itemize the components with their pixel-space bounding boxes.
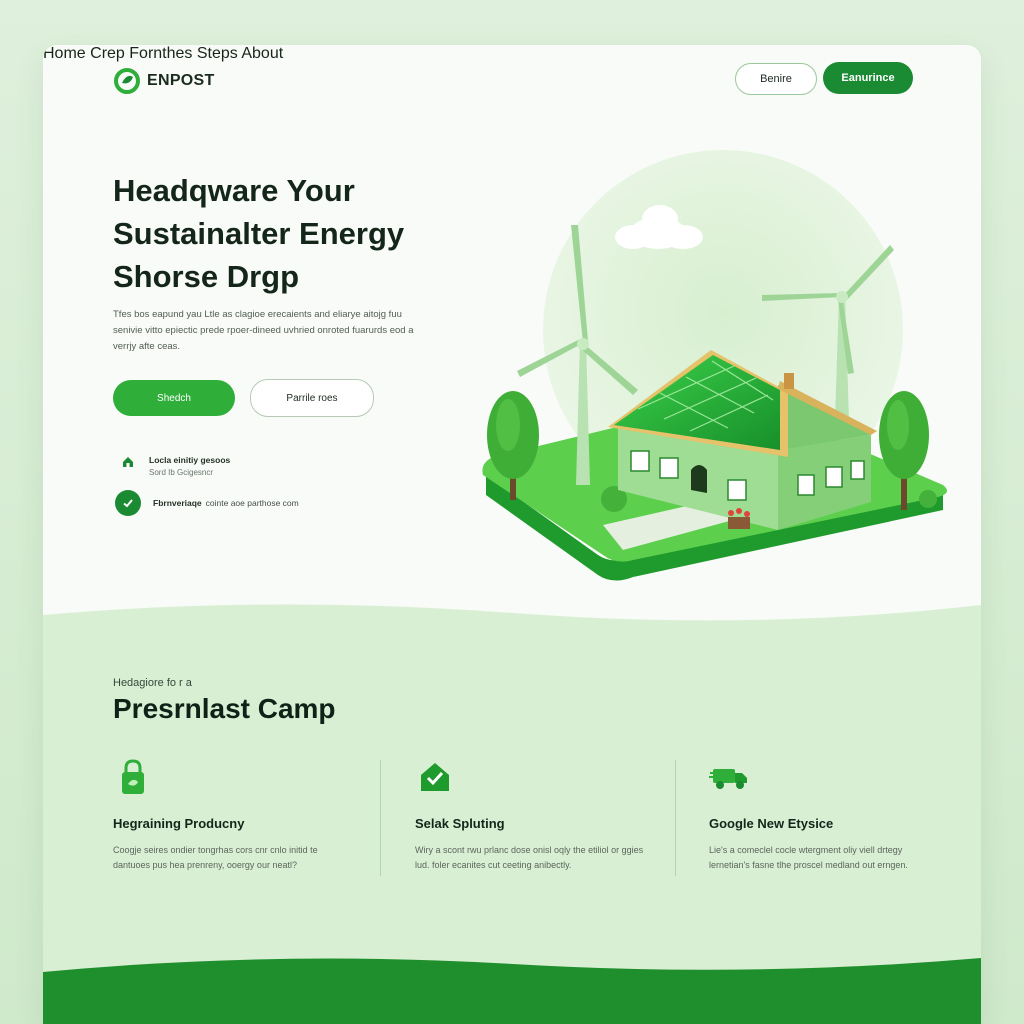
column-divider xyxy=(380,760,381,876)
feature-column-3-title: Google New Etysice xyxy=(709,816,834,831)
nav-link-about[interactable]: About xyxy=(241,45,283,62)
eco-house-illustration xyxy=(482,150,947,581)
feature-1-title: Locla einitiy gesoos xyxy=(149,455,231,465)
nav-link-steps[interactable]: Steps xyxy=(197,45,238,62)
feature-column-3: Google New Etysice Lie's a comeclel cocl… xyxy=(709,757,939,873)
feature-column-1: Hegraining Producny Coogje seires ondier… xyxy=(113,757,343,873)
bush-small xyxy=(919,490,937,508)
leaf-logo-icon xyxy=(114,68,140,94)
nav-link-home[interactable]: Home xyxy=(43,45,86,62)
brand-logo[interactable]: ENPOST xyxy=(113,67,215,95)
hero-feature-2: Fbrnveriaqe cointe aoe parthose com xyxy=(115,490,299,516)
feature-column-2-desc: Wiry a scont rwu prlanc dose onisl oqly … xyxy=(415,845,644,870)
hero-description: Tfes bos eapund yau Ltle as clagioe erec… xyxy=(113,309,414,352)
column-divider xyxy=(675,760,676,876)
brand-name: ENPOST xyxy=(147,72,215,89)
nav-secondary-button[interactable]: Benire xyxy=(735,63,817,95)
footer-wave xyxy=(43,958,981,1024)
hero-primary-button[interactable]: Shedch xyxy=(113,380,235,416)
feature-2-subtitle: cointe aoe parthose com xyxy=(205,498,299,508)
feature-column-1-title: Hegraining Producny xyxy=(113,816,245,831)
nav-link-features[interactable]: Crep Fornthes xyxy=(90,45,192,62)
landing-page-card: ENPOST Home Crep Fornthes Steps About Be… xyxy=(43,45,981,1024)
lock-icon xyxy=(122,759,144,794)
feature-column-1-desc: Coogje seires ondier tongrhas cors cnr c… xyxy=(113,845,318,870)
house-check-icon xyxy=(421,763,449,791)
section-title: Presrnlast Camp xyxy=(113,693,336,724)
feature-column-2: Selak Spluting Wiry a scont rwu prlanc d… xyxy=(415,757,645,873)
feature-column-2-title: Selak Spluting xyxy=(415,816,505,831)
small-home-icon xyxy=(123,457,133,467)
main-nav: Home Crep Fornthes Steps About xyxy=(43,45,981,63)
check-circle-icon xyxy=(115,490,141,516)
hero-feature-1: Locla einitiy gesoos Sord Ib Gcigesncr xyxy=(121,455,230,477)
section-kicker: Hedagiore fo r a xyxy=(113,677,192,689)
truck-icon xyxy=(709,769,747,789)
hero-secondary-button[interactable]: Parrile roes xyxy=(250,379,374,417)
feature-column-3-desc: Lie's a comeclel cocle wtergment oliy vi… xyxy=(709,845,908,870)
flower-bed xyxy=(728,508,750,529)
feature-1-subtitle: Sord Ib Gcigesncr xyxy=(149,468,214,477)
feature-2-title: Fbrnveriaqe xyxy=(153,498,202,508)
nav-primary-button[interactable]: Eanurince xyxy=(823,62,913,94)
